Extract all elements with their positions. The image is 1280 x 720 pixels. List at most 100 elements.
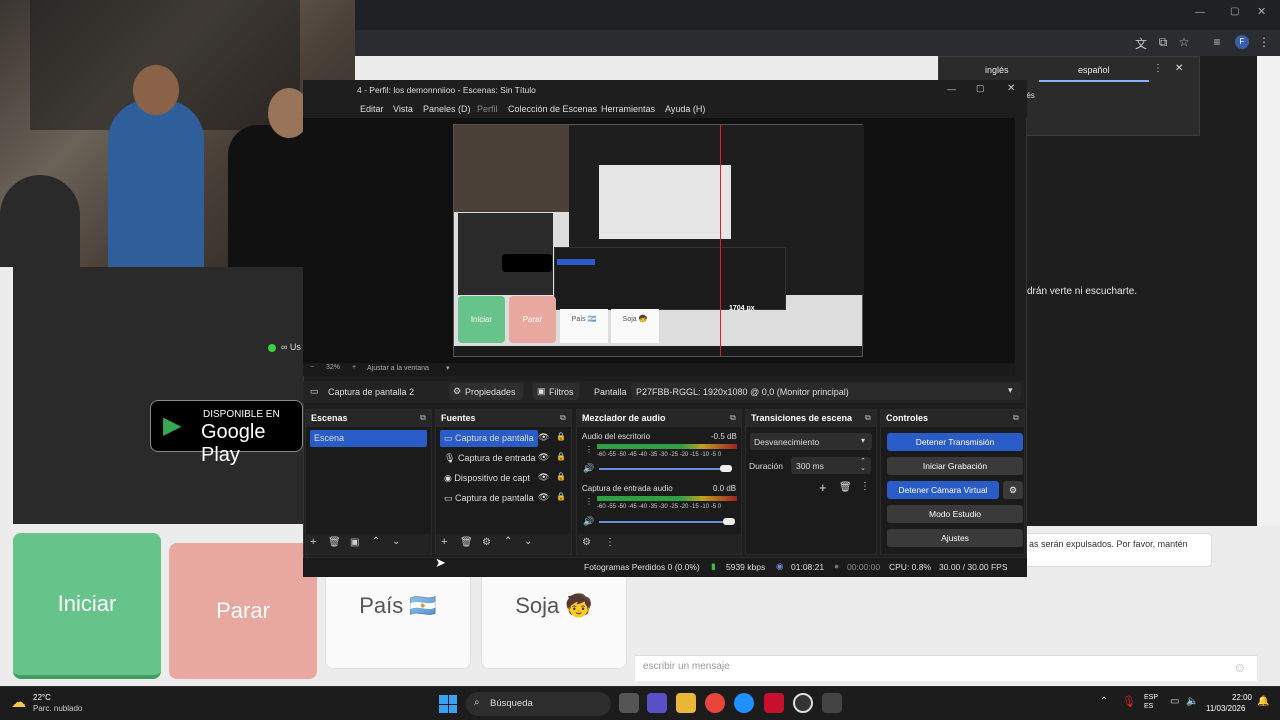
volume-icon[interactable]: 🔊 [583,463,594,474]
lock-icon[interactable]: 🔒 [556,492,566,501]
bookmark-star-icon[interactable]: ☆ [1175,35,1193,49]
zoom-out-button[interactable]: − [310,364,314,371]
teams-icon[interactable] [647,693,667,713]
lock-icon[interactable]: 🔒 [556,452,566,461]
studio-mode-button[interactable]: Modo Estudio [887,505,1023,523]
kebab-menu-icon[interactable]: ⋮ [860,481,870,492]
gear-icon[interactable]: ⚙ [482,537,491,548]
translate-tab-english[interactable]: inglés [985,65,1009,75]
dock-menu-icon[interactable]: ⧉ [560,413,566,423]
zoom-dropdown-icon[interactable]: ▾ [446,364,450,372]
profile-avatar[interactable]: F [1235,35,1249,49]
tray-chevron-icon[interactable]: ⌃ [1100,696,1108,707]
translate-close-icon[interactable]: ✕ [1175,63,1183,74]
playlist-icon[interactable]: ≡ [1208,35,1226,49]
eye-icon[interactable]: 👁 [538,472,549,483]
dock-menu-icon[interactable]: ⧉ [865,413,871,423]
emoji-icon[interactable]: ☺ [1233,660,1246,675]
windows-start-icon[interactable] [439,695,457,713]
obs-minimize-icon[interactable]: — [947,84,956,94]
stepper-down-icon[interactable]: ⌄ [860,464,866,472]
move-up-icon[interactable]: ⌃ [372,536,380,547]
channel-menu-icon[interactable]: ⋮ [585,497,593,506]
scene-item[interactable]: Escena [310,430,427,447]
maximize-icon[interactable]: ▢ [1230,6,1239,17]
properties-button[interactable]: ⚙ Propiedades [449,383,523,400]
minimize-icon[interactable]: — [1195,7,1205,18]
chat-input[interactable]: escribir un mensaje [643,661,1203,672]
dock-menu-icon[interactable]: ⧉ [1013,413,1019,423]
move-down-icon[interactable]: ⌄ [392,536,400,547]
obs-close-icon[interactable]: ✕ [1007,83,1015,94]
menu-ayuda[interactable]: Ayuda (H) [665,104,705,114]
page-scrollbar[interactable] [1257,56,1280,526]
move-up-icon[interactable]: ⌃ [504,536,512,547]
volume-slider[interactable] [599,468,729,470]
dock-menu-icon[interactable]: ⧉ [730,413,736,423]
eye-icon[interactable]: 👁 [538,432,549,443]
kebab-menu-icon[interactable]: ⋮ [605,537,615,548]
translate-icon[interactable]: 文 [1132,35,1150,52]
filter-icon[interactable]: ▣ [350,537,359,548]
weather-icon[interactable]: ☁ [11,693,26,711]
mixer-settings-icon[interactable]: ⚙ [582,537,591,548]
source-item[interactable]: ▭ Captura de pantalla [440,430,538,447]
add-transition-icon[interactable]: + [819,480,827,495]
lock-icon[interactable]: 🔒 [556,472,566,481]
menu-paneles[interactable]: Paneles (D) [423,104,471,114]
stop-stream-button[interactable]: Detener Transmisión [887,433,1023,451]
transition-select[interactable]: Desvanecimiento ▾ [750,433,872,450]
notification-bell-icon[interactable]: 🔔 [1257,696,1269,707]
volume-icon[interactable]: 🔊 [583,516,594,527]
google-play-badge[interactable]: ▶ DISPONIBLE EN Google Play [150,400,303,466]
translate-kebab-icon[interactable]: ⋮ [1153,63,1163,74]
zoom-in-button[interactable]: + [352,364,356,371]
acrobat-icon[interactable] [764,693,784,713]
settings-button[interactable]: Ajustes [887,529,1023,547]
menu-vista[interactable]: Vista [393,104,413,114]
edge-icon[interactable] [734,693,754,713]
network-icon[interactable]: ▭ [1170,696,1179,707]
start-record-button[interactable]: Iniciar Grabación [887,457,1023,475]
preview-canvas[interactable]: 1704 px Iniciar Parar País 🇦🇷 Soja 🧒 [453,124,864,357]
add-scene-icon[interactable]: + [310,536,316,548]
obs-icon[interactable] [793,693,813,713]
volume-slider[interactable] [599,521,733,523]
close-icon[interactable]: ✕ [1257,5,1266,18]
language-indicator[interactable]: ESP ES [1144,693,1158,711]
menu-perfil[interactable]: Perfil [477,104,498,114]
menu-herramientas[interactable]: Herramientas [601,104,655,114]
stop-vcam-button[interactable]: Detener Cámara Virtual [887,481,999,499]
source-item[interactable]: 🎙 Captura de entrada [440,450,538,467]
add-source-icon[interactable]: + [441,536,447,548]
task-view-icon[interactable] [619,693,639,713]
move-down-icon[interactable]: ⌄ [524,536,532,547]
speaker-icon[interactable]: 🔈 [1186,696,1198,707]
taskbar-search[interactable]: ⌕ Búsqueda [466,692,611,716]
channel-menu-icon[interactable]: ⋮ [585,445,593,454]
clock-date[interactable]: 11/03/2026 [1206,704,1245,713]
vcam-settings-icon[interactable]: ⚙ [1003,481,1023,499]
tab-share-icon[interactable]: ⧉ [1154,35,1172,50]
mic-icon[interactable]: 🎙 [1122,695,1136,708]
source-item[interactable]: ▭ Captura de pantalla [440,490,538,507]
screen-select[interactable]: P27FBB-RGGL: 1920x1080 @ 0,0 (Monitor pr… [631,383,1021,400]
volume-knob[interactable] [723,518,735,525]
address-bar[interactable]: 文 ⧉ ☆ ≡ F ⋮ [355,30,1280,56]
delete-icon[interactable]: 🗑 [839,482,852,493]
translate-tab-spanish[interactable]: español [1078,65,1110,75]
source-item[interactable]: ◉ Dispositivo de capt [440,470,538,487]
dock-menu-icon[interactable]: ⧉ [420,413,426,423]
clock-time[interactable]: 22:00 [1222,693,1252,702]
settings-app-icon[interactable] [822,693,842,713]
eye-icon[interactable]: 👁 [538,452,549,463]
chrome-icon[interactable] [705,693,725,713]
delete-icon[interactable]: 🗑 [460,537,473,548]
menu-editar[interactable]: Editar [360,104,384,114]
menu-coleccion[interactable]: Colección de Escenas [508,104,597,114]
delete-icon[interactable]: 🗑 [328,537,341,548]
lock-icon[interactable]: 🔒 [556,432,566,441]
obs-maximize-icon[interactable]: ▢ [976,83,985,94]
iniciar-button[interactable]: Iniciar [13,533,161,679]
eye-icon[interactable]: 👁 [538,492,549,503]
